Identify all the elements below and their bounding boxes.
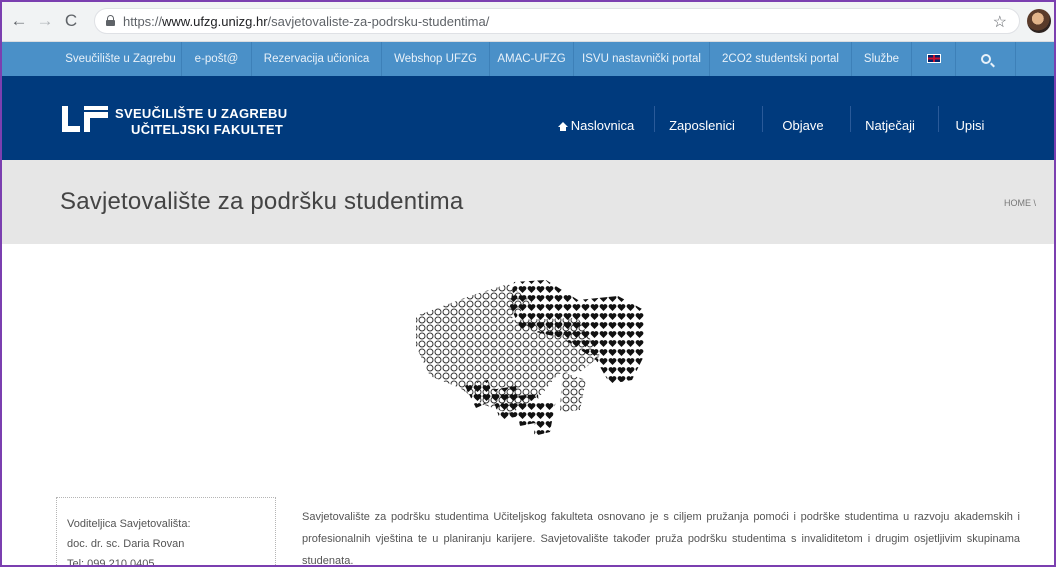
nav-divider — [762, 106, 763, 132]
topbar-link-2co2[interactable]: 2CO2 studentski portal — [710, 42, 852, 76]
topbar-link-sveuciliste[interactable]: Sveučilište u Zagrebu — [60, 42, 182, 76]
breadcrumb[interactable]: HOME \ — [1004, 198, 1036, 208]
topbar-link-webshop[interactable]: Webshop UFZG — [382, 42, 490, 76]
topbar-link-isvu[interactable]: ISVU nastavnički portal — [574, 42, 710, 76]
site-header: SVEUČILIŠTE U ZAGREBU UČITELJSKI FAKULTE… — [2, 76, 1054, 160]
topbar-link-sluzbe[interactable]: Službe — [852, 42, 912, 76]
nav-divider — [938, 106, 939, 132]
infobox-name: doc. dr. sc. Daria Rovan — [67, 538, 185, 550]
ufzg-logo-icon[interactable] — [62, 106, 108, 132]
site-logo-text[interactable]: SVEUČILIŠTE U ZAGREBU UČITELJSKI FAKULTE… — [115, 106, 287, 138]
university-topbar: Sveučilište u Zagrebu e-pošt@ Rezervacij… — [2, 42, 1054, 76]
uk-flag-icon — [926, 54, 941, 64]
search-button[interactable] — [956, 42, 1016, 76]
topbar-link-rezervacija[interactable]: Rezervacija učionica — [252, 42, 382, 76]
forward-arrow-icon[interactable]: → — [34, 10, 56, 32]
url-host: www.ufzg.unizg.hr — [162, 14, 268, 29]
back-arrow-icon[interactable]: ← — [8, 10, 30, 32]
nav-zaposlenici[interactable]: Zaposlenici — [662, 76, 742, 160]
profile-avatar[interactable] — [1027, 9, 1051, 33]
nav-natjecaji[interactable]: Natječaji — [854, 76, 926, 160]
home-icon — [557, 122, 568, 131]
url-scheme: https:// — [123, 14, 163, 29]
page-title-band: Savjetovalište za podršku studentima HOM… — [2, 160, 1054, 244]
lock-icon — [106, 15, 115, 26]
topbar-link-amac[interactable]: AMAC-UFZG — [490, 42, 574, 76]
nav-home[interactable]: Naslovnica — [550, 76, 642, 160]
search-icon — [980, 53, 991, 64]
address-bar[interactable]: https://www.ufzg.unizg.hr/savjetovaliste… — [94, 8, 1020, 34]
url-path: /savjetovaliste-za-podrsku-studentima/ — [267, 14, 490, 29]
url-text[interactable]: https://www.ufzg.unizg.hr/savjetovaliste… — [123, 14, 489, 29]
nav-divider — [654, 106, 655, 132]
topbar-link-eposta[interactable]: e-pošt@ — [182, 42, 252, 76]
contact-infobox: Voditeljica Savjetovališta: doc. dr. sc.… — [56, 497, 276, 567]
browser-toolbar: ← → C https://www.ufzg.unizg.hr/savjetov… — [2, 2, 1054, 42]
logo-line-faculty: UČITELJSKI FAKULTET — [131, 122, 284, 137]
infobox-phone: Tel: 099 210 0405 — [67, 558, 155, 567]
handshake-illustration — [416, 280, 644, 436]
intro-paragraph: Savjetovalište za podršku studentima Uči… — [302, 511, 1020, 567]
nav-upisi[interactable]: Upisi — [946, 76, 994, 160]
page-title: Savjetovalište za podršku studentima — [60, 188, 464, 215]
nav-objave[interactable]: Objave — [770, 76, 836, 160]
bookmark-star-icon[interactable]: ☆ — [993, 12, 1007, 32]
nav-home-label: Naslovnica — [570, 118, 635, 133]
reload-icon[interactable]: C — [60, 10, 82, 32]
browser-window: ← → C https://www.ufzg.unizg.hr/savjetov… — [0, 0, 1056, 567]
english-language-link[interactable] — [912, 42, 956, 76]
infobox-heading: Voditeljica Savjetovališta: — [67, 518, 191, 530]
logo-line-university: SVEUČILIŠTE U ZAGREBU — [115, 106, 288, 121]
nav-divider — [850, 106, 851, 132]
